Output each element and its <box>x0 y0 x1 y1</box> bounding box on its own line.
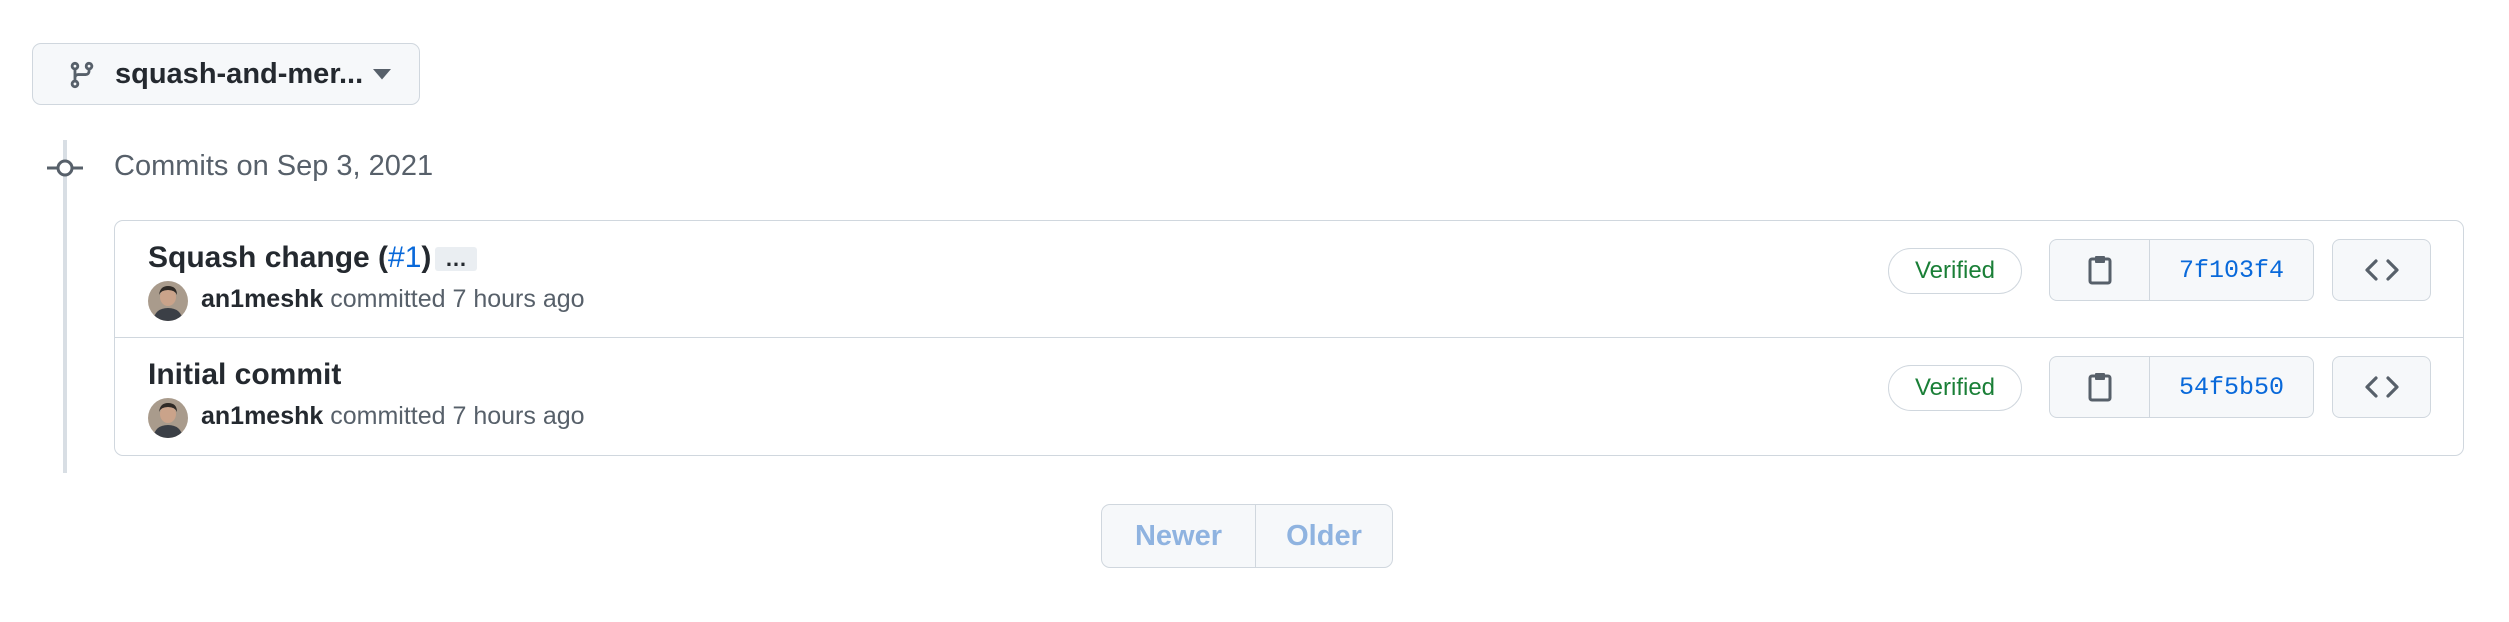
sha-button-group: 54f5b50 <box>2049 356 2314 418</box>
caret-down-icon <box>373 69 391 80</box>
committed-time: committed 7 hours ago <box>323 402 585 430</box>
verified-badge[interactable]: Verified <box>1888 248 2022 294</box>
pagination: Newer Older <box>1101 504 1393 568</box>
copy-sha-button[interactable] <box>2050 240 2150 300</box>
avatar[interactable] <box>148 281 188 321</box>
avatar[interactable] <box>148 398 188 438</box>
newer-button[interactable]: Newer <box>1102 505 1256 567</box>
clipboard-icon <box>2088 256 2111 285</box>
commit-title[interactable]: Initial commit <box>148 358 341 392</box>
clipboard-icon <box>2088 373 2111 402</box>
user-avatar-image <box>148 281 188 321</box>
commit-title-suffix: ) <box>421 241 432 274</box>
user-avatar-image <box>148 398 188 438</box>
branch-selector-button[interactable]: squash-and-mer... <box>32 43 420 105</box>
copy-sha-button[interactable] <box>2050 357 2150 417</box>
commit-row: Squash change (#1) … an1meshk committed … <box>115 221 2463 338</box>
expand-message-button[interactable]: … <box>435 247 477 271</box>
commit-row: Initial commit an1meshk committed 7 hour… <box>115 338 2463 454</box>
commit-author-line: an1meshk committed 7 hours ago <box>201 402 585 431</box>
commit-list: Squash change (#1) … an1meshk committed … <box>114 220 2464 456</box>
timeline-line <box>63 140 67 473</box>
commit-title-text: Initial commit <box>148 358 342 391</box>
pull-request-link[interactable]: #1 <box>388 241 421 275</box>
committed-time: committed 7 hours ago <box>323 285 585 313</box>
sha-button-group: 7f103f4 <box>2049 239 2314 301</box>
verified-badge[interactable]: Verified <box>1888 365 2022 411</box>
git-commit-icon <box>47 159 83 177</box>
code-icon <box>2364 259 2399 281</box>
commit-sha-link[interactable]: 7f103f4 <box>2150 240 2313 300</box>
code-icon <box>2364 376 2399 398</box>
author-link[interactable]: an1meshk <box>201 402 323 430</box>
browse-repository-button[interactable] <box>2332 239 2431 301</box>
commit-author-line: an1meshk committed 7 hours ago <box>201 285 585 314</box>
commits-date-heading: Commits on Sep 3, 2021 <box>114 150 434 182</box>
commit-title-text: Squash change ( <box>148 241 389 274</box>
author-link[interactable]: an1meshk <box>201 285 323 313</box>
branch-name: squash-and-mer... <box>115 58 364 90</box>
commit-title[interactable]: Squash change (#1) <box>148 241 431 275</box>
older-button[interactable]: Older <box>1256 505 1392 567</box>
commit-sha-link[interactable]: 54f5b50 <box>2150 357 2313 417</box>
git-branch-icon <box>70 61 94 89</box>
browse-repository-button[interactable] <box>2332 356 2431 418</box>
